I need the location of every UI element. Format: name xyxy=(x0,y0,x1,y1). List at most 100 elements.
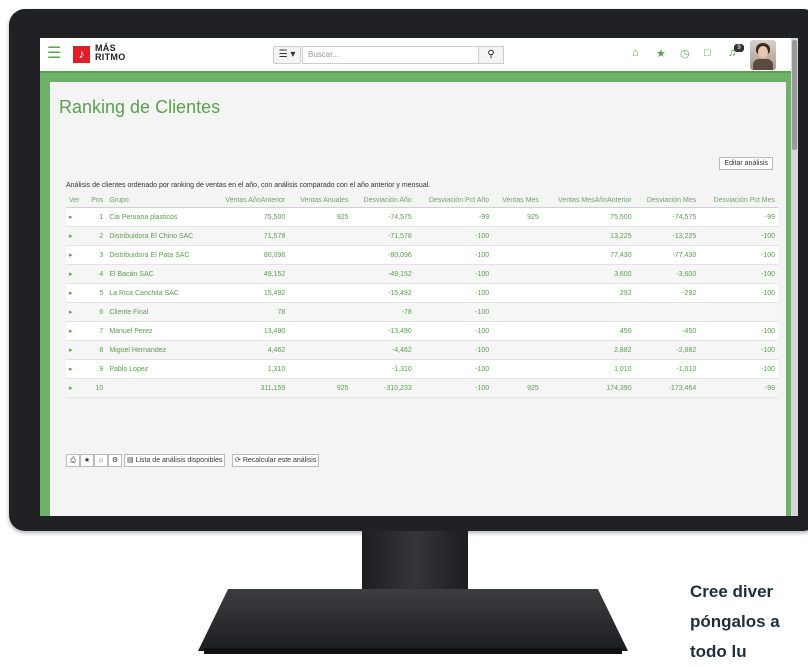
content-panel: Ranking de Clientes Editar análisis Anál… xyxy=(50,82,786,516)
expand-row-icon[interactable]: ▸ xyxy=(66,226,86,246)
cell-ventas-mes-ano-anterior: 2,882 xyxy=(541,340,635,360)
list-menu-button[interactable]: ☰ ▾ xyxy=(273,46,301,64)
cell-grupo[interactable]: Miguel Hernandez xyxy=(106,340,212,360)
cell-grupo[interactable]: Cia Peruana plasticos xyxy=(106,207,212,227)
cell-pos: 7 xyxy=(85,321,107,341)
gear-icon[interactable]: ⚙ xyxy=(108,454,122,467)
expand-row-icon[interactable]: ▸ xyxy=(66,264,86,284)
cell-desviacion-pct-mes: -100 xyxy=(699,264,778,284)
cell-ventas-mes xyxy=(492,264,542,284)
cell-ventas-mes xyxy=(492,226,542,246)
cell-ventas-anuales: 925 xyxy=(288,378,352,398)
cell-grupo[interactable]: La Rica Canchita SAC xyxy=(106,283,212,303)
cell-desviacion-pct-mes: -100 xyxy=(699,321,778,341)
cell-desviacion-ano: -1,310 xyxy=(351,359,415,379)
home-icon[interactable]: ⌂ xyxy=(94,454,108,467)
cell-desviacion-pct-mes: -100 xyxy=(699,283,778,303)
cell-ventas-anuales: 925 xyxy=(288,207,352,227)
cell-desviacion-ano: -71,578 xyxy=(351,226,415,246)
col-header[interactable]: Ventas Mes xyxy=(492,192,542,208)
cell-grupo[interactable]: Manuel Perez xyxy=(106,321,212,341)
cell-desviacion-pct-ano: -100 xyxy=(414,245,493,265)
cell-ventas-anuales xyxy=(288,321,352,341)
star-icon[interactable]: ★ xyxy=(656,47,666,60)
cell-pos: 5 xyxy=(85,283,107,303)
col-header[interactable]: Desviación Pct Mes xyxy=(699,192,778,208)
cell-ventas-mes xyxy=(492,283,542,303)
cell-desviacion-pct-ano: -100 xyxy=(414,226,493,246)
table-row: ▸ 5 La Rica Canchita SAC 15,492 -15,492 … xyxy=(66,283,778,303)
cell-ventas-ano-anterior: 78 xyxy=(211,302,289,322)
col-header[interactable]: Grupo xyxy=(106,192,212,208)
table-row: ▸ 1 Cia Peruana plasticos 75,500 925 -74… xyxy=(66,207,778,227)
cell-desviacion-pct-ano: -100 xyxy=(414,264,493,284)
cell-ventas-mes-ano-anterior: 13,225 xyxy=(541,226,635,246)
cell-desviacion-ano: -13,490 xyxy=(351,321,415,341)
col-header[interactable]: Desviación Año xyxy=(351,192,415,208)
logo-icon[interactable]: ♪ xyxy=(73,46,90,63)
cell-pos: 4 xyxy=(85,264,107,284)
recalculate-button[interactable]: ⟳ Recalcular este análisis xyxy=(232,454,320,467)
cell-desviacion-pct-mes: -100 xyxy=(699,340,778,360)
col-header[interactable]: Desviación Mes xyxy=(634,192,700,208)
table-row: ▸ 6 Cliente Final 78 -78 -100 xyxy=(66,302,778,322)
search-input[interactable]: Buscar... xyxy=(302,46,482,64)
monitor-stand-base xyxy=(198,589,628,651)
cell-ventas-anuales xyxy=(288,283,352,303)
scrollbar[interactable] xyxy=(791,38,798,516)
top-bar: ☰ ♪ MÁS RITMO ☰ ▾ Buscar... ⚲ ⌂ ★ ◷ □ ♫ … xyxy=(40,38,798,73)
calendar-icon[interactable]: □ xyxy=(704,47,711,59)
table-header-row: Ver Pos Grupo Ventas AñoAnterior Ventas … xyxy=(66,192,778,208)
clock-icon[interactable]: ◷ xyxy=(680,47,690,60)
table-row: ▸ 3 Distribuidora El Pata SAC 80,096 -80… xyxy=(66,245,778,265)
monitor-stand-neck xyxy=(362,531,468,589)
cell-ventas-anuales xyxy=(288,340,352,360)
list-analyses-label: Lista de análisis disponibles xyxy=(135,457,223,464)
col-header[interactable]: Ventas Anuales xyxy=(288,192,352,208)
expand-row-icon[interactable]: ▸ xyxy=(66,245,86,265)
cell-grupo[interactable]: Distribuidora El Chino SAC xyxy=(106,226,212,246)
cell-ventas-mes-ano-anterior: 1,010 xyxy=(541,359,635,379)
cell-grupo[interactable]: Cliente Final xyxy=(106,302,212,322)
page-title: Ranking de Clientes xyxy=(59,97,221,117)
expand-row-icon[interactable]: ▸ xyxy=(66,321,86,341)
cell-ventas-mes-ano-anterior: 292 xyxy=(541,283,635,303)
star-icon[interactable]: ★ xyxy=(80,454,94,467)
expand-row-icon[interactable]: ▸ xyxy=(66,359,86,379)
cell-desviacion-pct-ano: -100 xyxy=(414,302,493,322)
expand-row-icon[interactable]: ▸ xyxy=(66,302,86,322)
list-icon: ☰ xyxy=(278,49,288,60)
cell-desviacion-mes xyxy=(634,302,700,322)
logo-text-line2: RITMO xyxy=(95,52,126,62)
table-row: ▸ 7 Manuel Perez 13,490 -13,490 -100 450… xyxy=(66,321,778,341)
expand-row-icon[interactable]: ▸ xyxy=(66,378,86,398)
cell-desviacion-mes: -2,882 xyxy=(634,340,700,360)
expand-row-icon[interactable]: ▸ xyxy=(66,283,86,303)
home-icon[interactable]: ⌂ xyxy=(632,47,639,59)
col-header[interactable]: Pos xyxy=(85,192,107,208)
cell-grupo[interactable]: El Bacán SAC xyxy=(106,264,212,284)
hamburger-menu-icon[interactable]: ☰ xyxy=(47,46,61,62)
edit-analysis-button[interactable]: Editar análisis xyxy=(719,157,773,170)
expand-row-icon[interactable]: ▸ xyxy=(66,207,86,227)
expand-row-icon[interactable]: ▸ xyxy=(66,340,86,360)
col-header[interactable]: Ver xyxy=(66,192,86,208)
search-button[interactable]: ⚲ xyxy=(478,46,504,64)
scrollbar-thumb[interactable] xyxy=(792,40,797,150)
table-row-total: ▸ 10 311,159 925 -310,233 -100 925 174,3… xyxy=(66,378,778,398)
cell-desviacion-pct-mes xyxy=(699,302,778,322)
promo-line-3: todo lu xyxy=(690,642,747,661)
logo-text[interactable]: MÁS RITMO xyxy=(95,44,126,62)
monitor-stand-edge xyxy=(204,648,622,654)
cell-grupo[interactable]: Pablo Lopez xyxy=(106,359,212,379)
list-analyses-button[interactable]: ▤ Lista de análisis disponibles xyxy=(124,454,226,467)
cell-desviacion-pct-mes: -99 xyxy=(699,378,778,398)
cell-desviacion-ano: -15,492 xyxy=(351,283,415,303)
cell-grupo[interactable]: Distribuidora El Pata SAC xyxy=(106,245,212,265)
col-header[interactable]: Desviación Pct Año xyxy=(414,192,493,208)
cell-desviacion-mes: -173,464 xyxy=(634,378,700,398)
col-header[interactable]: Ventas AñoAnterior xyxy=(211,192,289,208)
print-icon[interactable]: ⎙ xyxy=(66,454,80,467)
avatar[interactable] xyxy=(750,40,776,70)
col-header[interactable]: Ventas MesAñoAnterior xyxy=(541,192,635,208)
